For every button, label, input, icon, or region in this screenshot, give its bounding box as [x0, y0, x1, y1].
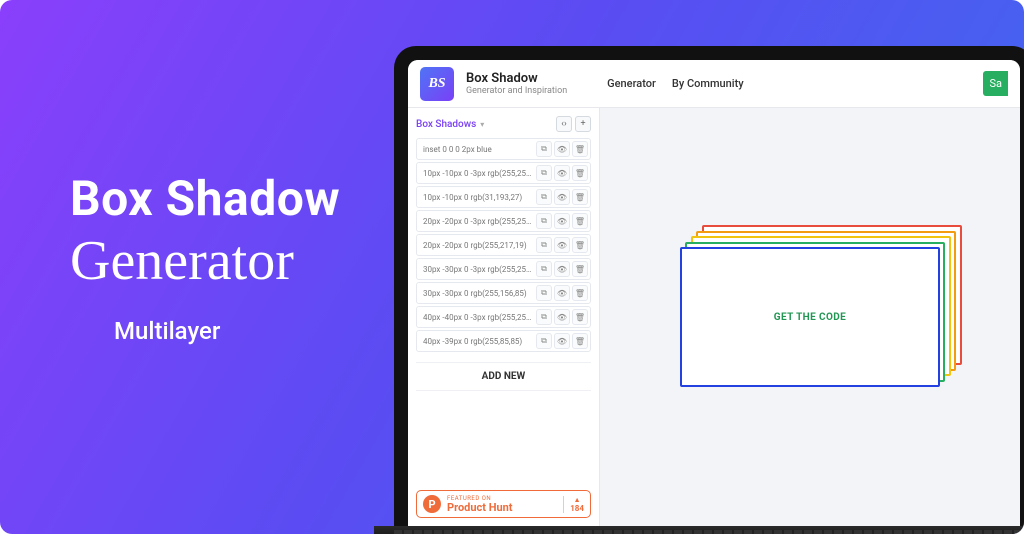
sidebar-title[interactable]: Box Shadows ▾: [416, 119, 484, 130]
sidebar-head-buttons: ‹› +: [556, 116, 591, 132]
eye-icon[interactable]: 👁: [554, 285, 570, 301]
ph-upvote[interactable]: ▲ 184: [563, 496, 584, 513]
preview-pane: GET THE CODE: [600, 108, 1020, 526]
copy-icon[interactable]: ⧉: [536, 237, 552, 253]
shadow-value: 10px -10px 0 -3px rgb(255,255,255): [423, 169, 534, 178]
trash-icon[interactable]: 🗑: [572, 189, 588, 205]
save-button[interactable]: Sa: [983, 71, 1008, 96]
shadow-value: 20px -20px 0 -3px rgb(255,255,255): [423, 217, 534, 226]
trash-icon[interactable]: 🗑: [572, 141, 588, 157]
shadow-row[interactable]: 10px -10px 0 -3px rgb(255,255,255)⧉👁🗑: [416, 162, 591, 184]
trash-icon[interactable]: 🗑: [572, 237, 588, 253]
preview-layer-blue[interactable]: GET THE CODE: [680, 247, 940, 387]
copy-icon[interactable]: ⧉: [536, 333, 552, 349]
copy-icon[interactable]: ⧉: [536, 189, 552, 205]
copy-icon[interactable]: ⧉: [536, 141, 552, 157]
eye-icon[interactable]: 👁: [554, 165, 570, 181]
sidebar: Box Shadows ▾ ‹› + inset 0 0 0 2px blue⧉…: [408, 108, 600, 526]
shadow-value: 40px -40px 0 -3px rgb(255,255,255): [423, 313, 534, 322]
trash-icon[interactable]: 🗑: [572, 285, 588, 301]
add-new-button[interactable]: ADD NEW: [416, 362, 591, 391]
shadow-row[interactable]: 30px -30px 0 -3px rgb(255,255,255)⧉👁🗑: [416, 258, 591, 280]
trash-icon[interactable]: 🗑: [572, 261, 588, 277]
promo-canvas: Box Shadow Generator Multilayer BS Box S…: [0, 0, 1024, 534]
app-header: BS Box Shadow Generator and Inspiration …: [408, 60, 1020, 108]
laptop-mock: BS Box Shadow Generator and Inspiration …: [394, 46, 1024, 534]
brand-sub: Generator and Inspiration: [466, 86, 567, 96]
sidebar-head: Box Shadows ▾ ‹› +: [416, 116, 591, 132]
shadow-row[interactable]: 20px -20px 0 rgb(255,217,19)⧉👁🗑: [416, 234, 591, 256]
eye-icon[interactable]: 👁: [554, 309, 570, 325]
laptop-keyboard: [374, 526, 1024, 534]
eye-icon[interactable]: 👁: [554, 141, 570, 157]
trash-icon[interactable]: 🗑: [572, 165, 588, 181]
hero-title: Box Shadow: [70, 170, 340, 227]
shadow-row[interactable]: 40px -39px 0 rgb(255,85,85)⧉👁🗑: [416, 330, 591, 352]
copy-icon[interactable]: ⧉: [536, 165, 552, 181]
trash-icon[interactable]: 🗑: [572, 309, 588, 325]
app-logo[interactable]: BS: [420, 67, 454, 101]
app-body: Box Shadows ▾ ‹› + inset 0 0 0 2px blue⧉…: [408, 108, 1020, 526]
brand-block: Box Shadow Generator and Inspiration: [466, 71, 567, 96]
shadow-preview-stack: GET THE CODE: [680, 247, 940, 387]
shadow-row[interactable]: inset 0 0 0 2px blue⧉👁🗑: [416, 138, 591, 160]
code-button[interactable]: ‹›: [556, 116, 572, 132]
shadow-row[interactable]: 20px -20px 0 -3px rgb(255,255,255)⧉👁🗑: [416, 210, 591, 232]
shadow-list: inset 0 0 0 2px blue⧉👁🗑10px -10px 0 -3px…: [416, 138, 591, 352]
get-code-button[interactable]: GET THE CODE: [774, 312, 846, 323]
copy-icon[interactable]: ⧉: [536, 261, 552, 277]
product-hunt-logo-icon: P: [423, 495, 441, 513]
eye-icon[interactable]: 👁: [554, 213, 570, 229]
eye-icon[interactable]: 👁: [554, 237, 570, 253]
copy-icon[interactable]: ⧉: [536, 213, 552, 229]
shadow-value: 20px -20px 0 rgb(255,217,19): [423, 241, 534, 250]
add-shadow-button[interactable]: +: [575, 116, 591, 132]
app-screen: BS Box Shadow Generator and Inspiration …: [408, 60, 1020, 526]
hero-block: Box Shadow Generator Multilayer: [70, 170, 340, 345]
nav-community[interactable]: By Community: [672, 77, 744, 90]
copy-icon[interactable]: ⧉: [536, 309, 552, 325]
chevron-down-icon: ▾: [480, 120, 484, 129]
shadow-value: 40px -39px 0 rgb(255,85,85): [423, 337, 534, 346]
shadow-row[interactable]: 30px -30px 0 rgb(255,156,85)⧉👁🗑: [416, 282, 591, 304]
upvote-arrow-icon: ▲: [574, 496, 581, 504]
shadow-row[interactable]: 10px -10px 0 rgb(31,193,27)⧉👁🗑: [416, 186, 591, 208]
shadow-value: 10px -10px 0 rgb(31,193,27): [423, 193, 534, 202]
product-hunt-text: FEATURED ON Product Hunt: [447, 496, 513, 513]
shadow-value: inset 0 0 0 2px blue: [423, 145, 534, 154]
trash-icon[interactable]: 🗑: [572, 213, 588, 229]
eye-icon[interactable]: 👁: [554, 261, 570, 277]
hero-subtitle: Multilayer: [114, 317, 340, 345]
shadow-value: 30px -30px 0 -3px rgb(255,255,255): [423, 265, 534, 274]
eye-icon[interactable]: 👁: [554, 189, 570, 205]
trash-icon[interactable]: 🗑: [572, 333, 588, 349]
shadow-value: 30px -30px 0 rgb(255,156,85): [423, 289, 534, 298]
brand-title: Box Shadow: [466, 71, 567, 86]
laptop-bezel: BS Box Shadow Generator and Inspiration …: [394, 46, 1024, 526]
shadow-row[interactable]: 40px -40px 0 -3px rgb(255,255,255)⧉👁🗑: [416, 306, 591, 328]
main-nav: Generator By Community: [607, 77, 743, 90]
copy-icon[interactable]: ⧉: [536, 285, 552, 301]
sidebar-title-text: Box Shadows: [416, 119, 476, 130]
product-hunt-badge[interactable]: P FEATURED ON Product Hunt ▲ 184: [416, 490, 591, 518]
eye-icon[interactable]: 👁: [554, 333, 570, 349]
ph-name: Product Hunt: [447, 502, 513, 513]
hero-script: Generator: [70, 233, 340, 289]
ph-count: 184: [570, 504, 584, 513]
nav-generator[interactable]: Generator: [607, 77, 656, 90]
